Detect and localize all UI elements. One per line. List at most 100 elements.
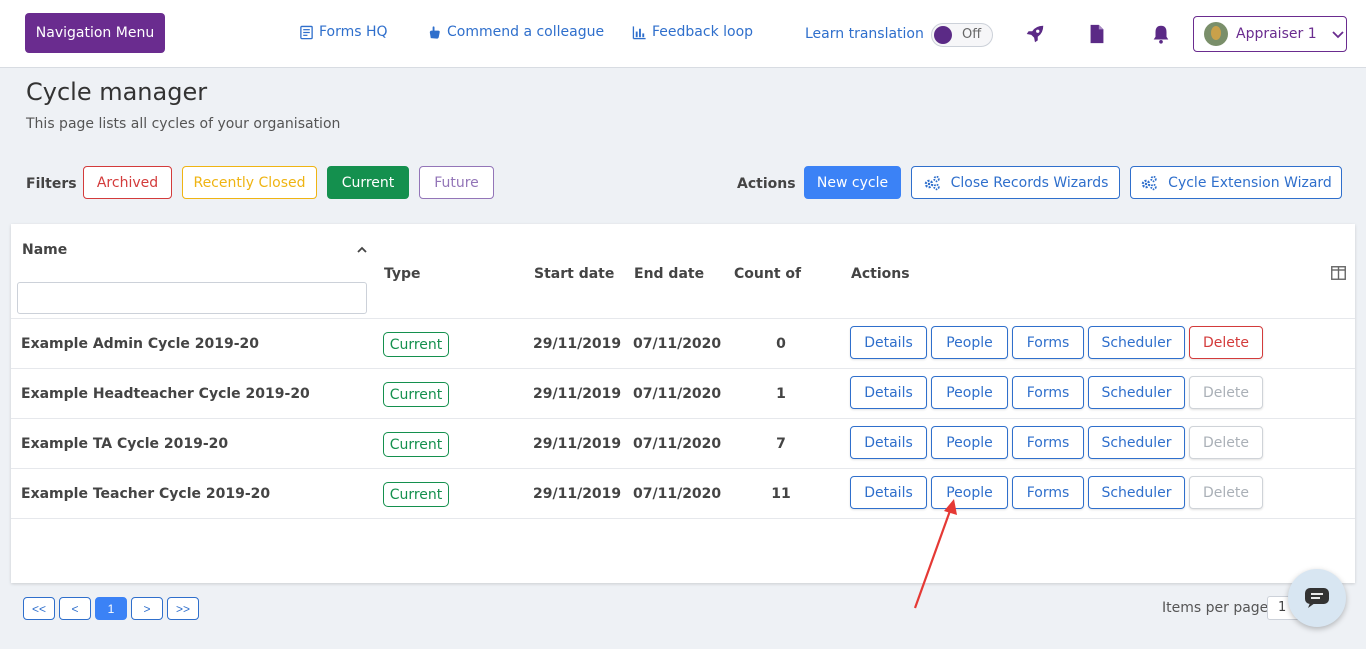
sort-ascending-icon[interactable] [356,244,368,256]
scheduler-button[interactable]: Scheduler [1088,426,1185,459]
page-subtitle: This page lists all cycles of your organ… [26,116,341,132]
filter-future-button[interactable]: Future [419,166,494,199]
people-button[interactable]: People [931,476,1008,509]
cycle-name: Example Teacher Cycle 2019-20 [21,486,271,502]
chevron-down-icon [1331,31,1344,39]
columns-icon[interactable] [1331,266,1346,280]
toggle-state-label: Off [962,27,982,42]
items-per-page-label: Items per page [1162,600,1269,616]
user-menu-button[interactable]: Appraiser 1 [1193,16,1347,52]
pagination-first-button[interactable]: << [23,597,55,620]
cycle-name: Example TA Cycle 2019-20 [21,436,229,452]
end-date: 07/11/2020 [633,386,722,402]
rocket-icon[interactable] [1023,22,1047,46]
start-date: 29/11/2019 [533,436,622,452]
commend-colleague-link[interactable]: Commend a colleague [427,24,604,40]
start-date: 29/11/2019 [533,336,622,352]
cycles-table: Name Type Start date End date Count of A… [11,224,1355,583]
filters-label: Filters [26,176,77,192]
delete-button: Delete [1189,426,1263,459]
forms-button[interactable]: Forms [1012,426,1084,459]
people-button[interactable]: People [931,426,1008,459]
end-date: 07/11/2020 [633,336,722,352]
type-badge: Current [383,382,449,407]
type-badge: Current [383,432,449,457]
pagination-next-button[interactable]: > [131,597,163,620]
start-date: 29/11/2019 [533,486,622,502]
column-header-type: Type [384,266,421,282]
new-cycle-button[interactable]: New cycle [804,166,901,199]
top-navbar: Navigation Menu Forms HQ Commend a colle… [0,0,1366,68]
column-header-start-date: Start date [534,266,615,282]
scheduler-button[interactable]: Scheduler [1088,376,1185,409]
toggle-knob [934,26,952,44]
pagination-prev-button[interactable]: < [59,597,91,620]
cycle-name: Example Admin Cycle 2019-20 [21,336,260,352]
column-header-end-date: End date [634,266,705,282]
filter-archived-button[interactable]: Archived [83,166,172,199]
scheduler-button[interactable]: Scheduler [1088,476,1185,509]
table-row: Example Headteacher Cycle 2019-20 Curren… [11,368,1355,418]
close-records-wizard-button[interactable]: Close Records Wizards [911,166,1120,199]
details-button[interactable]: Details [850,326,927,359]
delete-button: Delete [1189,376,1263,409]
cycle-extension-wizard-button[interactable]: Cycle Extension Wizard [1130,166,1342,199]
count-value: 11 [771,486,791,502]
feedback-loop-label: Feedback loop [652,24,754,40]
forms-button[interactable]: Forms [1012,326,1084,359]
type-badge: Current [383,332,449,357]
column-header-actions: Actions [851,266,910,282]
cogs-icon [924,175,940,190]
user-name-label: Appraiser 1 [1236,26,1317,42]
chat-widget-button[interactable] [1288,569,1346,627]
cycle-name: Example Headteacher Cycle 2019-20 [21,386,310,402]
table-row: Example Teacher Cycle 2019-20 Current 29… [11,468,1355,518]
people-button[interactable]: People [931,326,1008,359]
hand-icon [429,25,440,39]
details-button[interactable]: Details [850,426,927,459]
count-value: 7 [776,436,786,452]
cycle-extension-label: Cycle Extension Wizard [1168,174,1332,191]
table-divider [11,518,1355,519]
bell-icon[interactable] [1149,22,1173,46]
column-header-count: Count of [734,266,802,282]
forms-hq-label: Forms HQ [319,24,388,40]
forms-button[interactable]: Forms [1012,476,1084,509]
table-row: Example Admin Cycle 2019-20 Current 29/1… [11,318,1355,368]
forms-button[interactable]: Forms [1012,376,1084,409]
pagination-last-button[interactable]: >> [167,597,199,620]
details-button[interactable]: Details [850,376,927,409]
column-header-name[interactable]: Name [22,242,67,258]
end-date: 07/11/2020 [633,436,722,452]
forms-hq-link[interactable]: Forms HQ [299,24,388,40]
pagination-page-button[interactable]: 1 [95,597,127,620]
actions-label: Actions [737,176,796,192]
learn-translation-label: Learn translation [805,26,924,42]
table-row: Example TA Cycle 2019-20 Current 29/11/2… [11,418,1355,468]
count-value: 1 [776,386,786,402]
scheduler-button[interactable]: Scheduler [1088,326,1185,359]
delete-button[interactable]: Delete [1189,326,1263,359]
details-button[interactable]: Details [850,476,927,509]
form-icon [300,25,313,39]
translation-toggle[interactable]: Off [931,23,993,47]
page-title: Cycle manager [26,78,208,106]
start-date: 29/11/2019 [533,386,622,402]
chat-icon [1305,588,1329,608]
commend-colleague-label: Commend a colleague [447,24,605,40]
avatar [1204,22,1228,46]
filter-recently-closed-button[interactable]: Recently Closed [182,166,317,199]
document-icon[interactable] [1085,22,1109,46]
cogs-icon [1141,175,1157,190]
name-filter-input[interactable] [17,282,367,314]
delete-button: Delete [1189,476,1263,509]
count-value: 0 [776,336,786,352]
people-button[interactable]: People [931,376,1008,409]
end-date: 07/11/2020 [633,486,722,502]
close-records-label: Close Records Wizards [950,174,1109,191]
feedback-loop-link[interactable]: Feedback loop [632,24,753,40]
type-badge: Current [383,482,449,507]
filter-current-button[interactable]: Current [327,166,409,199]
bar-chart-icon [632,25,646,39]
navigation-menu-button[interactable]: Navigation Menu [25,13,165,53]
